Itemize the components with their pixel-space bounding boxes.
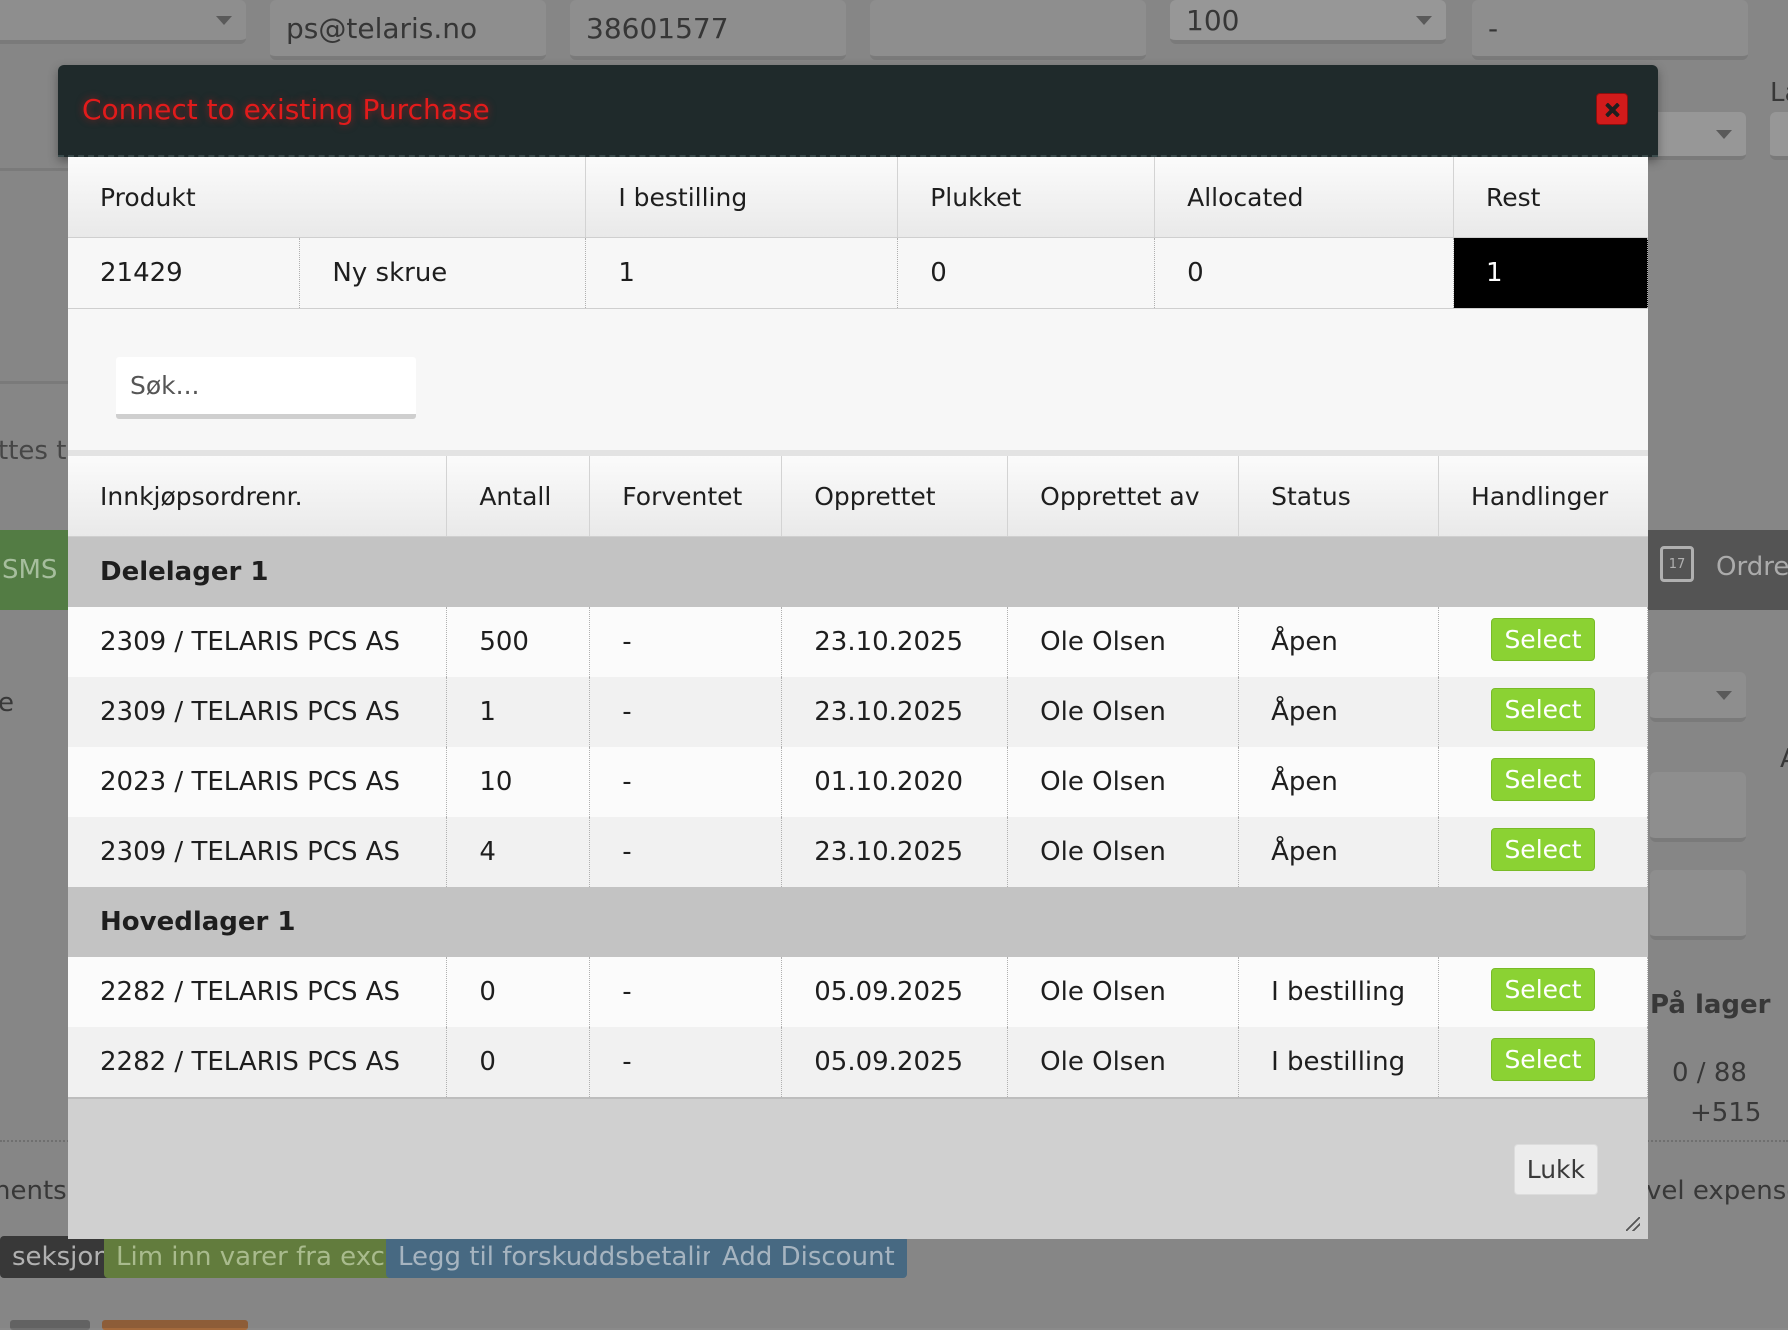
- close-button[interactable]: Lukk: [1513, 1144, 1598, 1195]
- order-opprettet: 23.10.2025: [781, 677, 1009, 747]
- order-forventet: -: [589, 747, 783, 817]
- order-status: Åpen: [1238, 747, 1440, 817]
- order-number: 2282 / TELARIS PCS AS: [68, 957, 448, 1027]
- col-header-produkt: Produkt: [68, 157, 587, 238]
- order-opprettet-av: Ole Olsen: [1007, 817, 1240, 887]
- col-header-handlinger: Handlinger: [1438, 450, 1648, 537]
- order-opprettet: 23.10.2025: [781, 607, 1009, 677]
- order-number: 2309 / TELARIS PCS AS: [68, 607, 448, 677]
- col-header-allocated: Allocated: [1154, 157, 1455, 238]
- modal-body: Produkt I bestilling Plukket Allocated R…: [68, 157, 1648, 1239]
- order-antall: 500: [446, 607, 591, 677]
- order-actions: Select: [1438, 817, 1648, 887]
- col-header-i-bestilling: I bestilling: [585, 157, 899, 238]
- col-header-opprettet: Opprettet: [781, 450, 1009, 537]
- product-id: 21429: [68, 237, 301, 309]
- connect-purchase-modal: Connect to existing Purchase Produkt I b…: [58, 65, 1658, 1239]
- order-antall: 1: [446, 677, 591, 747]
- close-icon[interactable]: [1596, 93, 1628, 125]
- select-button[interactable]: Select: [1491, 1037, 1595, 1081]
- product-rest: 1: [1453, 237, 1648, 309]
- select-button[interactable]: Select: [1491, 967, 1595, 1011]
- product-allocated: 0: [1154, 237, 1455, 309]
- table-row: 2309 / TELARIS PCS AS 4 - 23.10.2025 Ole…: [68, 817, 1648, 887]
- order-opprettet: 05.09.2025: [781, 1027, 1009, 1098]
- order-status: Åpen: [1238, 677, 1440, 747]
- select-button[interactable]: Select: [1491, 687, 1595, 731]
- order-opprettet-av: Ole Olsen: [1007, 957, 1240, 1027]
- order-actions: Select: [1438, 677, 1648, 747]
- order-opprettet: 01.10.2020: [781, 747, 1009, 817]
- order-forventet: -: [589, 957, 783, 1027]
- order-opprettet: 23.10.2025: [781, 817, 1009, 887]
- order-number: 2309 / TELARIS PCS AS: [68, 817, 448, 887]
- order-number: 2023 / TELARIS PCS AS: [68, 747, 448, 817]
- order-opprettet-av: Ole Olsen: [1007, 1027, 1240, 1098]
- table-row: 2023 / TELARIS PCS AS 10 - 01.10.2020 Ol…: [68, 747, 1648, 817]
- col-header-order-no: Innkjøpsordrenr.: [68, 450, 448, 537]
- product-table: Produkt I bestilling Plukket Allocated R…: [68, 157, 1648, 309]
- table-row: 2282 / TELARIS PCS AS 0 - 05.09.2025 Ole…: [68, 1027, 1648, 1098]
- order-number: 2309 / TELARIS PCS AS: [68, 677, 448, 747]
- order-forventet: -: [589, 607, 783, 677]
- product-row: 21429 Ny skrue 1 0 0 1: [68, 237, 1648, 309]
- product-name: Ny skrue: [299, 237, 587, 309]
- search-input[interactable]: [116, 357, 416, 419]
- order-status: Åpen: [1238, 817, 1440, 887]
- resize-handle-icon[interactable]: [1626, 1217, 1640, 1231]
- group-name: Delelager 1: [68, 536, 1648, 607]
- group-row-delelager: Delelager 1: [68, 536, 1648, 607]
- purchase-orders-table: Innkjøpsordrenr. Antall Forventet Oppret…: [68, 450, 1648, 1099]
- order-actions: Select: [1438, 1027, 1648, 1098]
- order-opprettet: 05.09.2025: [781, 957, 1009, 1027]
- col-header-status: Status: [1238, 450, 1440, 537]
- product-plukket: 0: [897, 237, 1156, 309]
- order-actions: Select: [1438, 747, 1648, 817]
- order-actions: Select: [1438, 957, 1648, 1027]
- modal-title: Connect to existing Purchase: [82, 93, 490, 126]
- order-opprettet-av: Ole Olsen: [1007, 677, 1240, 747]
- order-status: I bestilling: [1238, 957, 1440, 1027]
- select-button[interactable]: Select: [1491, 617, 1595, 661]
- select-button[interactable]: Select: [1491, 827, 1595, 871]
- order-forventet: -: [589, 677, 783, 747]
- group-row-hovedlager: Hovedlager 1: [68, 887, 1648, 957]
- col-header-opprettet-av: Opprettet av: [1007, 450, 1240, 537]
- table-row: 2309 / TELARIS PCS AS 500 - 23.10.2025 O…: [68, 607, 1648, 677]
- order-status: Åpen: [1238, 607, 1440, 677]
- search-wrapper: [116, 357, 416, 419]
- order-actions: Select: [1438, 607, 1648, 677]
- select-button[interactable]: Select: [1491, 757, 1595, 801]
- order-opprettet-av: Ole Olsen: [1007, 747, 1240, 817]
- order-forventet: -: [589, 817, 783, 887]
- order-antall: 0: [446, 1027, 591, 1098]
- table-row: 2282 / TELARIS PCS AS 0 - 05.09.2025 Ole…: [68, 957, 1648, 1027]
- order-antall: 0: [446, 957, 591, 1027]
- order-number: 2282 / TELARIS PCS AS: [68, 1027, 448, 1098]
- col-header-rest: Rest: [1453, 157, 1648, 238]
- group-name: Hovedlager 1: [68, 887, 1648, 957]
- order-forventet: -: [589, 1027, 783, 1098]
- col-header-plukket: Plukket: [897, 157, 1156, 238]
- order-antall: 10: [446, 747, 591, 817]
- table-row: 2309 / TELARIS PCS AS 1 - 23.10.2025 Ole…: [68, 677, 1648, 747]
- order-status: I bestilling: [1238, 1027, 1440, 1098]
- order-antall: 4: [446, 817, 591, 887]
- order-opprettet-av: Ole Olsen: [1007, 607, 1240, 677]
- product-i-bestilling: 1: [585, 237, 899, 309]
- modal-header: Connect to existing Purchase: [58, 65, 1658, 157]
- col-header-forventet: Forventet: [589, 450, 783, 537]
- col-header-antall: Antall: [446, 450, 591, 537]
